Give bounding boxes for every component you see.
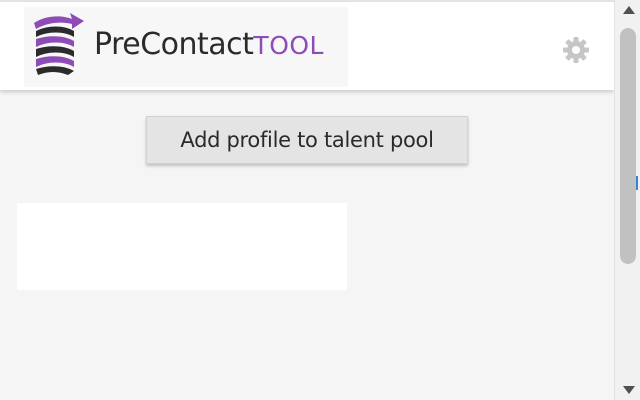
logo-text-precontact: PreContact — [94, 27, 254, 62]
vertical-scrollbar[interactable] — [614, 0, 640, 400]
scroll-up-arrow-icon[interactable] — [623, 6, 635, 14]
app-header: PreContactTOOL — [0, 2, 614, 90]
add-profile-to-talent-pool-button[interactable]: Add profile to talent pool — [146, 116, 468, 164]
logo-text-tool: TOOL — [253, 31, 324, 60]
gear-icon[interactable] — [561, 35, 591, 65]
spiral-arrow-logo-icon — [34, 13, 84, 75]
profile-card — [17, 203, 347, 290]
logo: PreContactTOOL — [24, 7, 348, 87]
logo-wordmark: PreContactTOOL — [94, 25, 324, 65]
scrollbar-thumb[interactable] — [620, 28, 636, 264]
popup-window: PreContactTOOL Add profile to talent poo… — [0, 0, 640, 400]
scroll-down-arrow-icon[interactable] — [623, 386, 635, 394]
scroll-marker — [636, 176, 638, 190]
